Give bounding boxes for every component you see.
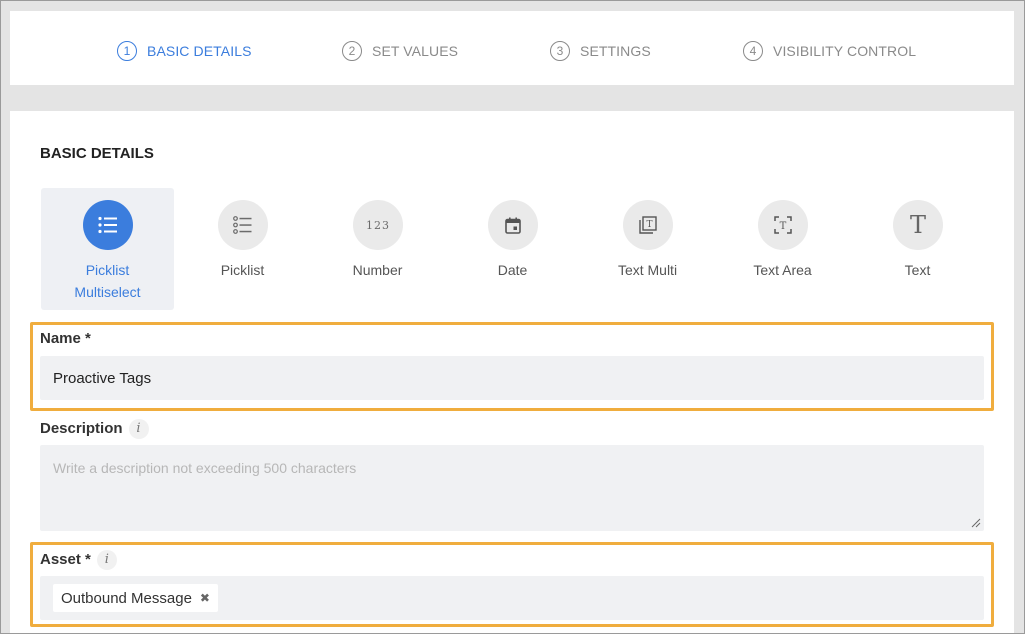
field-type-date[interactable]: Date bbox=[446, 188, 579, 310]
section-title: BASIC DETAILS bbox=[40, 145, 154, 162]
field-type-selector: Picklist Multiselect Picklist 123 Number bbox=[41, 188, 1001, 310]
asset-tag-label: Outbound Message bbox=[61, 589, 192, 607]
resize-handle-icon[interactable] bbox=[971, 518, 981, 528]
info-icon[interactable]: i bbox=[128, 419, 149, 439]
step-visibility-control[interactable]: 4 VISIBILITY CONTROL bbox=[743, 40, 916, 62]
step-label: BASIC DETAILS bbox=[147, 43, 252, 59]
step-number: 3 bbox=[550, 41, 570, 61]
field-type-label: Number bbox=[352, 262, 403, 278]
name-label: Name * bbox=[40, 330, 91, 347]
step-label: SET VALUES bbox=[372, 43, 459, 59]
step-settings[interactable]: 3 SETTINGS bbox=[550, 40, 651, 62]
list-bullets-icon bbox=[83, 200, 133, 250]
list-radio-icon bbox=[218, 200, 268, 250]
basic-details-panel: BASIC DETAILS Picklist Multiselect Pickl… bbox=[10, 111, 1014, 634]
step-set-values[interactable]: 2 SET VALUES bbox=[342, 40, 458, 62]
field-type-label: Text Area bbox=[753, 262, 812, 278]
field-type-label: Picklist bbox=[220, 262, 265, 278]
field-type-label: Text Multi bbox=[617, 262, 678, 278]
number-123-icon: 123 bbox=[353, 200, 403, 250]
name-input[interactable] bbox=[40, 356, 984, 400]
svg-text:T: T bbox=[780, 221, 787, 232]
description-textarea[interactable]: Write a description not exceeding 500 ch… bbox=[40, 445, 984, 531]
text-area-icon: T bbox=[758, 200, 808, 250]
step-number: 1 bbox=[117, 41, 137, 61]
field-type-text[interactable]: T Text bbox=[851, 188, 984, 310]
field-type-label: Text bbox=[904, 262, 931, 278]
text-multi-icon: T bbox=[623, 200, 673, 250]
field-type-picklist-multiselect[interactable]: Picklist Multiselect bbox=[41, 188, 174, 310]
field-type-number[interactable]: 123 Number bbox=[311, 188, 444, 310]
asset-multiselect[interactable]: Outbound Message ✖ bbox=[40, 576, 984, 620]
step-basic-details[interactable]: 1 BASIC DETAILS bbox=[117, 40, 252, 62]
field-type-text-multi[interactable]: T Text Multi bbox=[581, 188, 714, 310]
field-type-label: Picklist Multiselect bbox=[74, 262, 141, 300]
info-icon[interactable]: i bbox=[96, 550, 117, 570]
asset-label: Asset * i bbox=[40, 550, 117, 570]
asset-tag: Outbound Message ✖ bbox=[53, 584, 218, 612]
step-number: 4 bbox=[743, 41, 763, 61]
step-number: 2 bbox=[342, 41, 362, 61]
field-type-label: Date bbox=[497, 262, 528, 278]
text-t-icon: T bbox=[893, 200, 943, 250]
description-placeholder: Write a description not exceeding 500 ch… bbox=[53, 460, 357, 476]
field-type-text-area[interactable]: T Text Area bbox=[716, 188, 849, 310]
remove-tag-icon[interactable]: ✖ bbox=[200, 591, 210, 605]
calendar-icon bbox=[488, 200, 538, 250]
svg-text:T: T bbox=[646, 220, 652, 230]
description-label: Description i bbox=[40, 419, 149, 439]
step-label: SETTINGS bbox=[580, 43, 651, 59]
field-type-picklist[interactable]: Picklist bbox=[176, 188, 309, 310]
step-label: VISIBILITY CONTROL bbox=[773, 43, 917, 59]
wizard-stepper: 1 BASIC DETAILS 2 SET VALUES 3 SETTINGS … bbox=[10, 11, 1014, 85]
